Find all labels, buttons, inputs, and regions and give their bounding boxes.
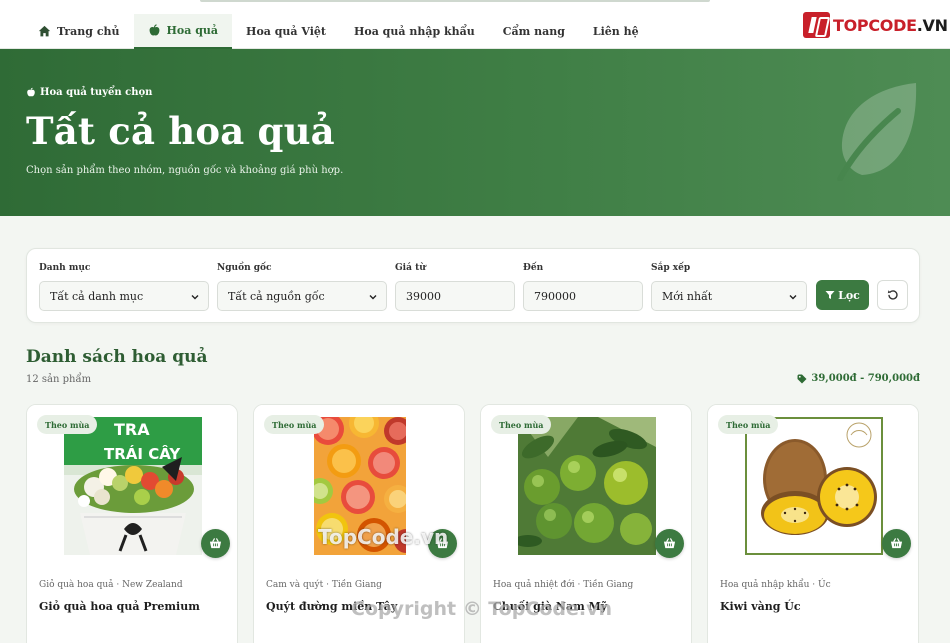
hero-eyebrow-text: Hoa quả tuyển chọn xyxy=(40,87,153,98)
filter-panel: Danh mục Tất cả danh mục Nguồn gốc Tất c… xyxy=(26,248,920,323)
copyright-watermark: Copyright © TopCode.vn xyxy=(351,598,613,620)
category-filter: Danh mục Tất cả danh mục xyxy=(39,263,209,311)
chevron-down-icon xyxy=(369,295,377,300)
price-range-text: 39,000đ - 790,000đ xyxy=(811,373,920,384)
logo-prefix: TOPCODE xyxy=(833,15,917,35)
nav-item-vietnamese-fruits[interactable]: Hoa quả Việt xyxy=(232,14,340,49)
svg-text:TRÁI CÂY: TRÁI CÂY xyxy=(104,444,181,463)
product-name[interactable]: Giỏ quà hoa quả Premium xyxy=(39,600,200,613)
nav-label: Cẩm nang xyxy=(502,25,565,38)
add-to-cart-button[interactable] xyxy=(201,529,230,558)
apple-icon xyxy=(149,24,159,36)
add-to-cart-button[interactable] xyxy=(882,529,911,558)
logo-suffix: .VN xyxy=(916,15,948,35)
nav-item-home[interactable]: Trang chủ xyxy=(24,14,134,49)
nav-item-fruits[interactable]: Hoa quả xyxy=(133,14,233,49)
product-card[interactable]: TRA TRÁI CÂY Theo mùa Giỏ quà hoa quả · … xyxy=(26,404,238,643)
topcode-logo[interactable]: TOPCODE.VN xyxy=(803,11,948,39)
price-to-input[interactable]: 790000 xyxy=(523,281,643,311)
seasonal-badge: Theo mùa xyxy=(37,415,98,434)
product-meta: Cam và quýt · Tiền Giang xyxy=(266,580,382,590)
chevron-down-icon xyxy=(191,295,199,300)
product-category: Hoa quả nhiệt đới xyxy=(493,580,575,590)
home-icon xyxy=(38,25,51,37)
product-image-area: Theo mùa xyxy=(481,405,691,567)
nav-label: Hoa quả nhập khẩu xyxy=(353,25,475,38)
main-nav: Trang chủ Hoa quả Hoa quả Việt Hoa quả n… xyxy=(24,14,653,49)
nav-label: Trang chủ xyxy=(57,25,120,38)
green-citrus-tree-photo[interactable] xyxy=(518,417,656,555)
category-label: Danh mục xyxy=(39,263,91,273)
reset-icon xyxy=(887,290,898,300)
category-select[interactable]: Tất cả danh mục xyxy=(39,281,209,311)
sort-filter: Sắp xếp Mới nhất xyxy=(651,263,807,311)
top-navbar: Trang chủ Hoa quả Hoa quả Việt Hoa quả n… xyxy=(0,0,950,49)
apple-icon xyxy=(27,87,35,97)
cart-icon xyxy=(663,538,676,549)
product-image-area: TRA TRÁI CÂY Theo mùa xyxy=(27,405,237,567)
cart-icon xyxy=(890,538,903,549)
top-search-strip xyxy=(200,0,710,2)
origin-value: Tất cả nguồn gốc xyxy=(228,289,325,303)
seasonal-badge: Theo mùa xyxy=(718,415,779,434)
price-to-value: 790000 xyxy=(534,289,576,303)
topcode-logo-text: TOPCODE.VN xyxy=(833,16,948,35)
seasonal-badge: Theo mùa xyxy=(264,415,325,434)
filter-submit-label: Lọc xyxy=(838,288,860,302)
nav-label: Liên hệ xyxy=(592,25,639,38)
price-from-value: 39000 xyxy=(406,289,441,303)
nav-item-contact[interactable]: Liên hệ xyxy=(579,14,653,49)
nav-item-imported-fruits[interactable]: Hoa quả nhập khẩu xyxy=(340,14,489,49)
origin-select[interactable]: Tất cả nguồn gốc xyxy=(217,281,387,311)
product-origin: Tiền Giang xyxy=(583,580,634,590)
price-from-input[interactable]: 39000 xyxy=(395,281,515,311)
chevron-down-icon xyxy=(789,295,797,300)
funnel-icon xyxy=(825,291,835,299)
topcode-logo-mark xyxy=(803,12,830,38)
product-meta: Hoa quả nhập khẩu · Úc xyxy=(720,580,831,590)
page-subtitle: Chọn sản phẩm theo nhóm, nguồn gốc và kh… xyxy=(26,165,344,176)
price-to-filter: Đến 790000 xyxy=(523,263,643,311)
origin-label: Nguồn gốc xyxy=(217,263,272,273)
category-value: Tất cả danh mục xyxy=(50,289,144,303)
seasonal-badge: Theo mùa xyxy=(491,415,552,434)
sort-value: Mới nhất xyxy=(662,289,713,303)
product-card[interactable]: Theo mùa Hoa quả nhập khẩu · Úc Kiwi vàn… xyxy=(707,404,919,643)
nav-item-guide[interactable]: Cẩm nang xyxy=(489,14,579,49)
nav-label: Hoa quả xyxy=(166,24,219,37)
product-meta: Giỏ quà hoa quả · New Zealand xyxy=(39,580,183,590)
filter-reset-button[interactable] xyxy=(877,280,908,310)
nav-label: Hoa quả Việt xyxy=(246,25,326,38)
product-name[interactable]: Kiwi vàng Úc xyxy=(720,600,801,613)
product-category: Hoa quả nhập khẩu xyxy=(720,580,810,590)
leaf-icon xyxy=(837,83,917,181)
filter-submit-button[interactable]: Lọc xyxy=(816,280,869,310)
product-meta: Hoa quả nhiệt đới · Tiền Giang xyxy=(493,580,634,590)
product-origin: Úc xyxy=(818,580,831,590)
tag-icon xyxy=(797,374,807,383)
sort-label: Sắp xếp xyxy=(651,263,691,273)
svg-text:TRA: TRA xyxy=(114,420,150,439)
product-image-area: Theo mùa xyxy=(708,405,918,567)
price-range-badge: 39,000đ - 790,000đ xyxy=(797,373,920,384)
product-category: Cam và quýt xyxy=(266,580,324,590)
sort-select[interactable]: Mới nhất xyxy=(651,281,807,311)
watermark-overlay: TopCode.vn xyxy=(318,525,449,549)
add-to-cart-button[interactable] xyxy=(655,529,684,558)
product-origin: New Zealand xyxy=(122,580,183,590)
gift-basket-photo[interactable]: TRA TRÁI CÂY xyxy=(64,417,202,555)
origin-filter: Nguồn gốc Tất cả nguồn gốc xyxy=(217,263,387,311)
product-category: Giỏ quà hoa quả xyxy=(39,580,114,590)
price-from-filter: Giá từ 39000 xyxy=(395,263,515,311)
list-title: Danh sách hoa quả xyxy=(26,347,208,367)
product-count: 12 sản phẩm xyxy=(26,374,92,385)
hero-eyebrow: Hoa quả tuyển chọn xyxy=(26,87,152,98)
price-from-label: Giá từ xyxy=(395,263,426,273)
cart-icon xyxy=(209,538,222,549)
price-to-label: Đến xyxy=(523,263,544,273)
golden-kiwi-photo[interactable] xyxy=(745,417,883,555)
hero-banner: Hoa quả tuyển chọn Tất cả hoa quả Chọn s… xyxy=(0,49,950,216)
product-origin: Tiền Giang xyxy=(331,580,382,590)
page-title: Tất cả hoa quả xyxy=(26,109,335,153)
